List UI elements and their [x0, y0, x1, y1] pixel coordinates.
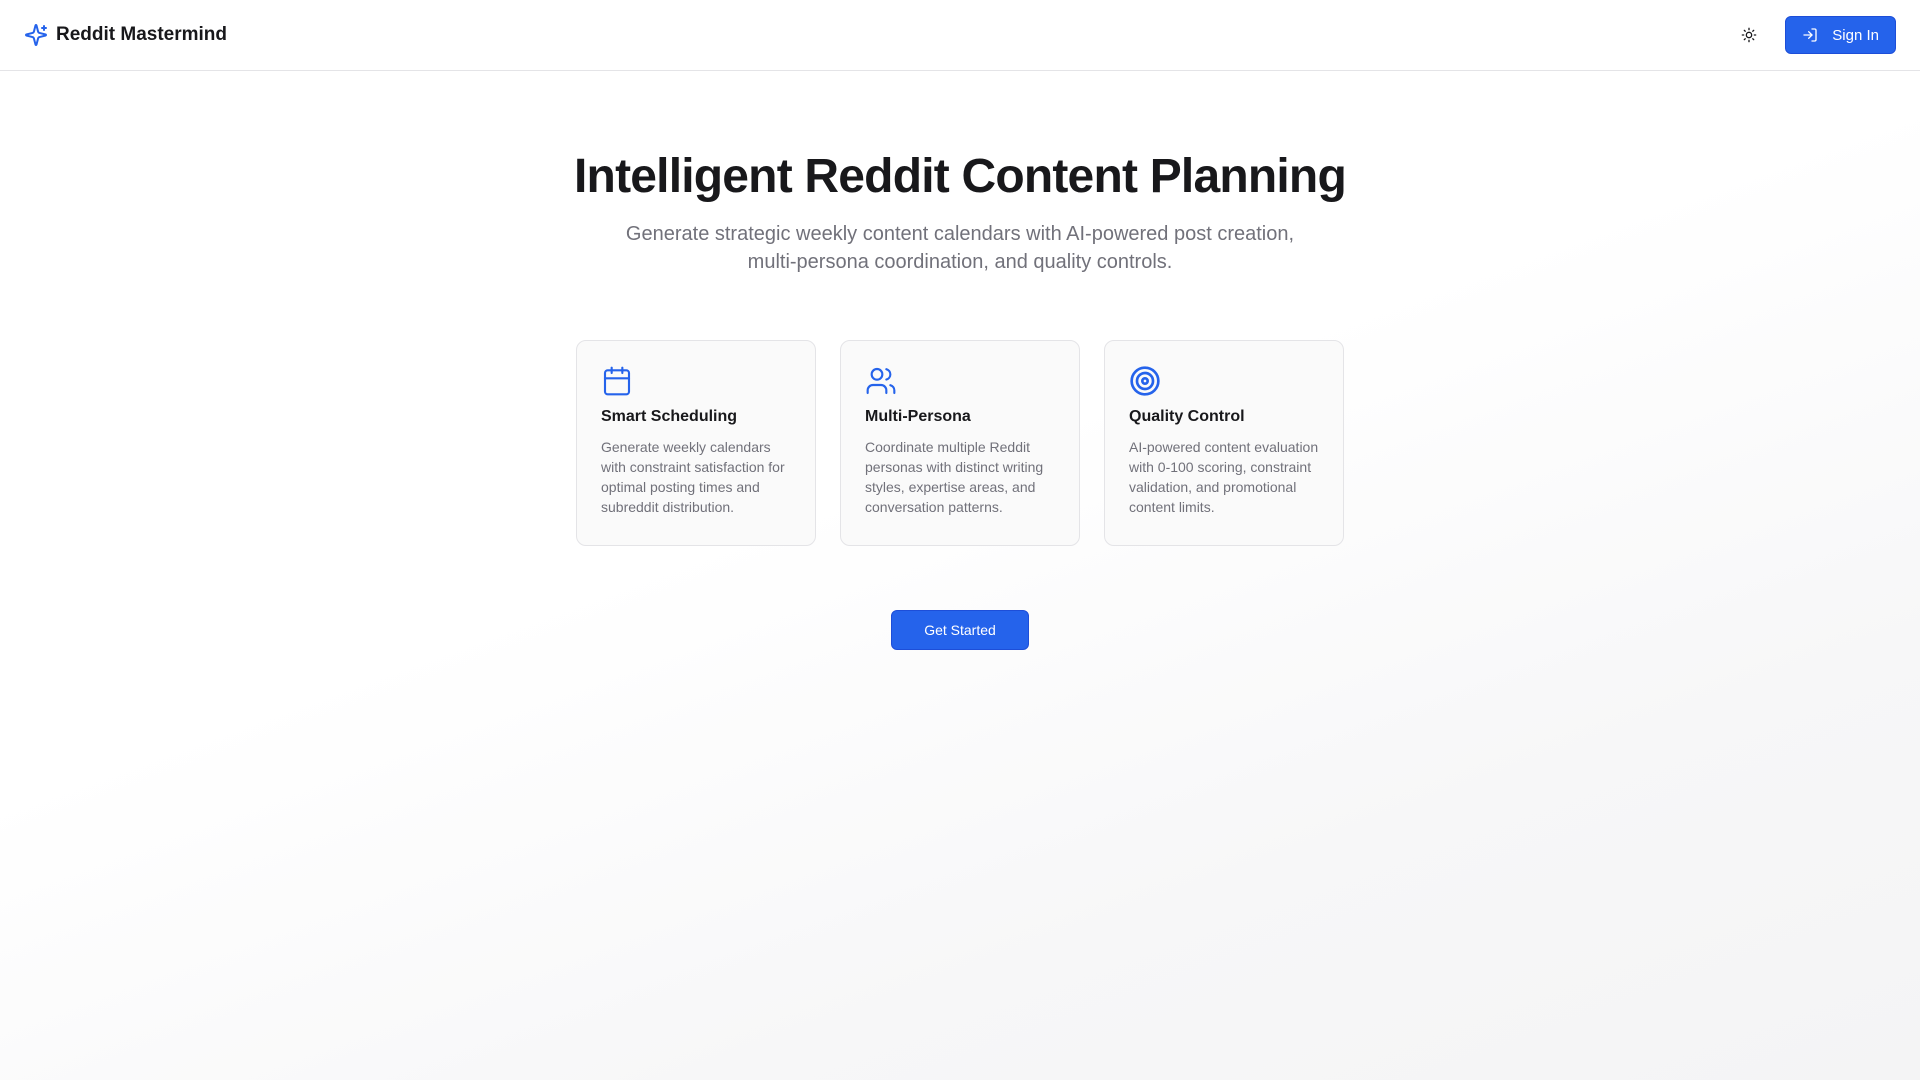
- hero-title: Intelligent Reddit Content Planning: [574, 150, 1347, 203]
- brand[interactable]: Reddit Mastermind: [24, 23, 227, 47]
- feature-description: Coordinate multiple Reddit personas with…: [865, 438, 1044, 515]
- get-started-button[interactable]: Get Started: [891, 609, 1029, 650]
- calendar-icon: [601, 365, 633, 397]
- top-nav-bar: Reddit Mastermind Sign In: [0, 0, 1920, 71]
- users-icon: [865, 365, 897, 397]
- cta-wrapper: Get Started: [0, 609, 1920, 650]
- feature-card-quality-control: Quality Control AI-powered content evalu…: [1104, 339, 1344, 546]
- sun-icon: [1741, 27, 1757, 43]
- feature-description: AI-powered content evaluation with 0-100…: [1129, 438, 1319, 515]
- features-grid: Smart Scheduling Generate weekly calenda…: [0, 339, 1920, 546]
- main-content: Intelligent Reddit Content Planning Gene…: [0, 71, 1920, 650]
- feature-title: Multi-Persona: [865, 407, 971, 425]
- feature-description: Generate weekly calendars with constrain…: [601, 438, 785, 515]
- sparkles-icon: [24, 23, 48, 47]
- hero-section: Intelligent Reddit Content Planning Gene…: [0, 71, 1920, 276]
- sign-in-button[interactable]: Sign In: [1785, 16, 1896, 54]
- feature-title: Smart Scheduling: [601, 407, 738, 425]
- sign-in-label: Sign In: [1832, 26, 1879, 44]
- log-in-icon: [1802, 27, 1818, 43]
- brand-name: Reddit Mastermind: [56, 24, 228, 45]
- feature-card-multi-persona: Multi-Persona Coordinate multiple Reddit…: [840, 339, 1080, 546]
- hero-subtitle: Generate strategic weekly content calend…: [625, 222, 1295, 273]
- feature-card-smart-scheduling: Smart Scheduling Generate weekly calenda…: [576, 339, 816, 546]
- theme-toggle-button[interactable]: [1729, 15, 1769, 55]
- header-actions: Sign In: [1729, 15, 1896, 55]
- target-icon: [1129, 365, 1161, 397]
- feature-title: Quality Control: [1129, 407, 1245, 425]
